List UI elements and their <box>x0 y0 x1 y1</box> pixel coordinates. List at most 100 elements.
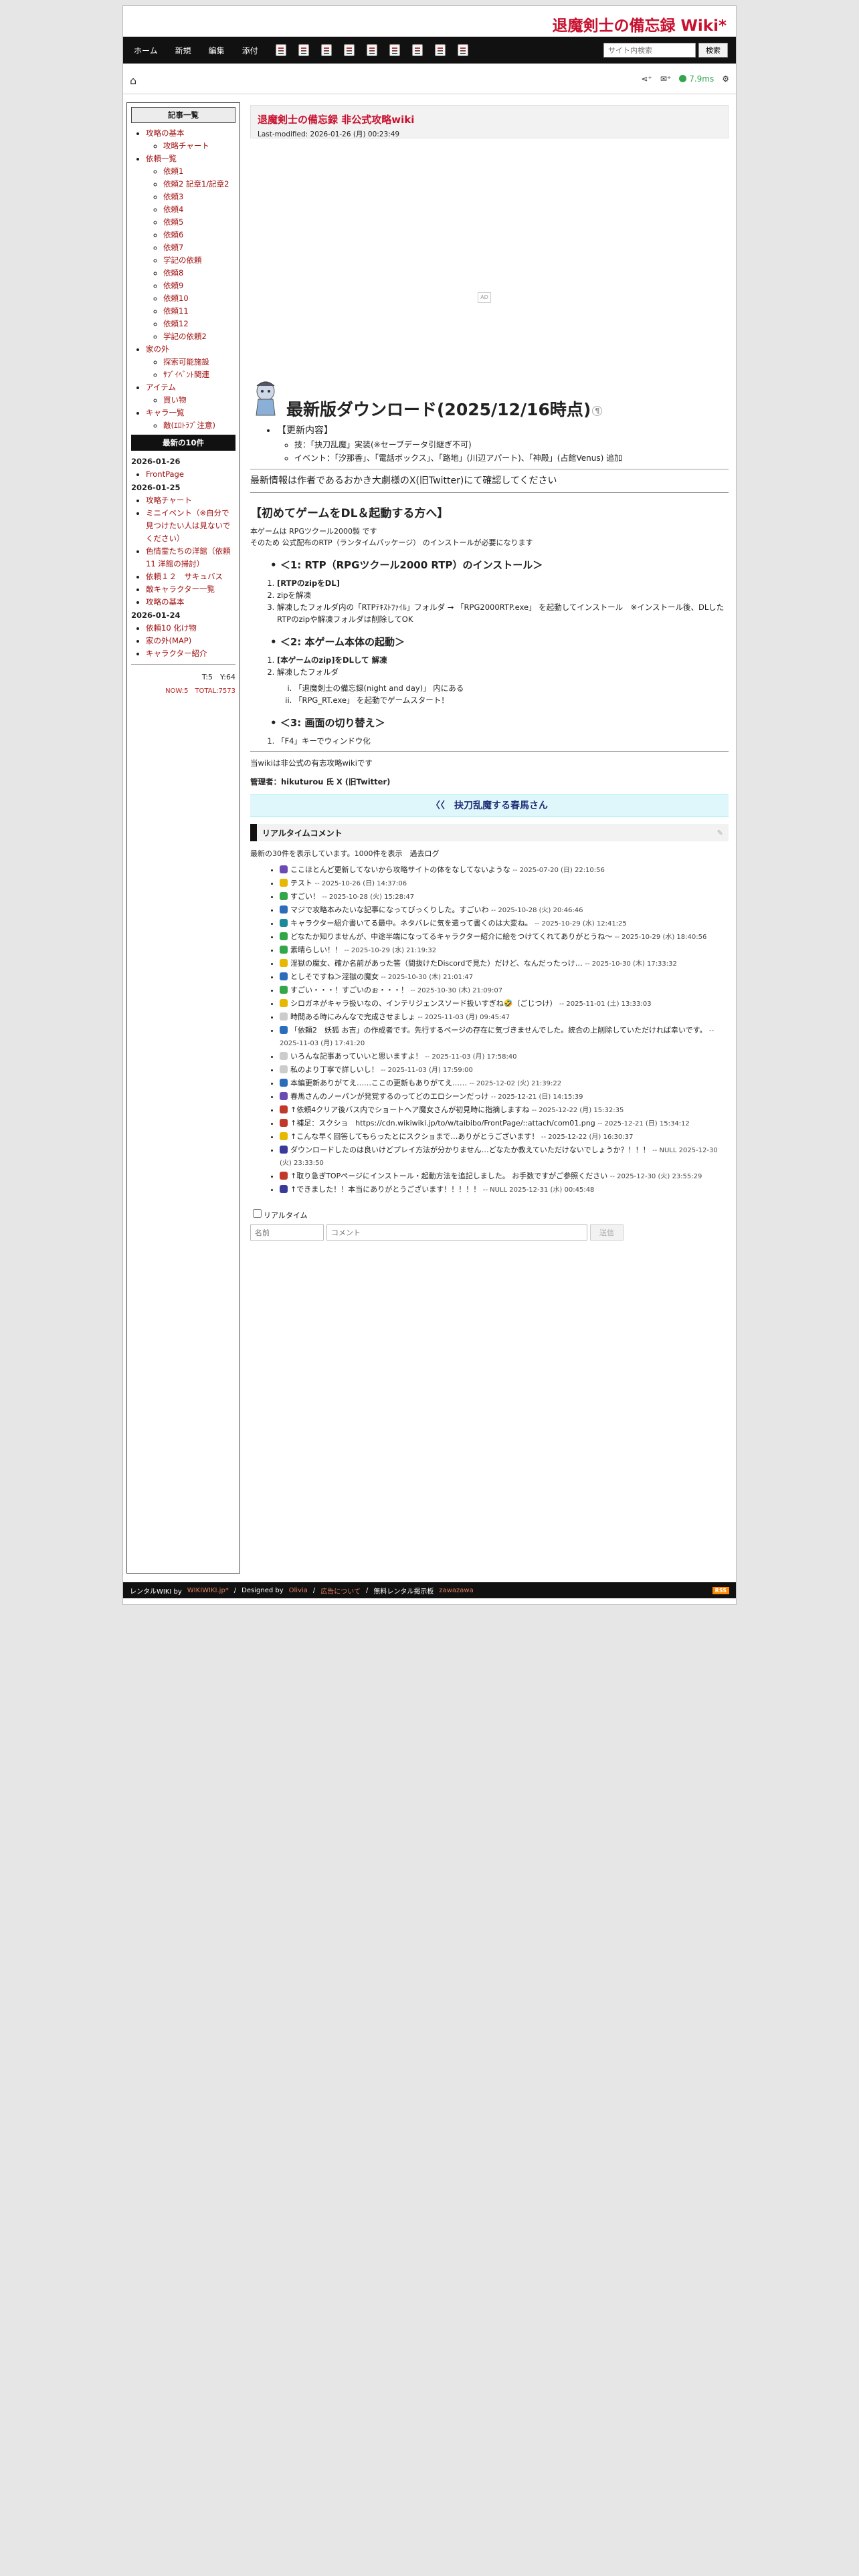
section-rtp: ＜1: RTP（RPGツクール2000 RTP）のインストール＞ <box>270 558 729 572</box>
realtime-toggle[interactable]: リアルタイム <box>250 1209 308 1220</box>
recent-link[interactable]: 依頼10 化け物 <box>146 623 197 633</box>
footer-designer-link[interactable]: Olivia <box>289 1587 308 1594</box>
menu-item[interactable]: 攻略の基本 攻略チャート <box>146 127 235 152</box>
mail-icon[interactable]: ✉⁺ <box>660 74 671 84</box>
rss-icon[interactable]: RSS <box>712 1586 729 1594</box>
menu-link[interactable]: 依頼1 <box>163 167 183 176</box>
step[interactable]: [RTPのzipをDL] <box>277 577 729 589</box>
menu-link[interactable]: 攻略チャート <box>163 141 209 150</box>
recent-link[interactable]: 攻略の基本 <box>146 597 185 607</box>
comment-input[interactable] <box>326 1224 587 1241</box>
realtime-checkbox[interactable] <box>253 1209 262 1218</box>
rss-doc-icon[interactable] <box>457 44 468 56</box>
recent-link[interactable]: ミニイベント（※自分で見つけたい人は見ないでください） <box>146 508 230 543</box>
comment-text: テスト <box>290 879 312 887</box>
comment-item: すごい！ -- 2025-10-28 (火) 15:28:47 <box>280 891 729 903</box>
name-input[interactable] <box>250 1224 324 1241</box>
menu-link[interactable]: 依頼5 <box>163 217 183 227</box>
anchor-icon[interactable]: ¶ <box>592 405 603 416</box>
menu-link[interactable]: 依頼7 <box>163 243 183 252</box>
comment-item: 淫獄の魔女、確か名前があった筈（間抜けたDiscordで見た）だけど、なんだった… <box>280 958 729 970</box>
user-avatar-icon <box>280 986 288 994</box>
menu-link[interactable]: キャラ一覧 <box>146 408 185 417</box>
menu-link[interactable]: アイテム <box>146 383 176 392</box>
menu-link[interactable]: 依頼2 記章1/記章2 <box>163 179 229 189</box>
user-avatar-icon <box>280 946 288 954</box>
menu-link[interactable]: 依頼3 <box>163 192 183 201</box>
comment-text: ↑できました！！本当にありがとうございます！！！！！ <box>290 1185 481 1194</box>
menu-link[interactable]: 依頼4 <box>163 205 183 214</box>
comment-item: 本編更新ありがてえ……ここの更新もありがてえ…… -- 2025-12-02 (… <box>280 1077 729 1090</box>
recent-link[interactable]: 家の外(MAP) <box>146 636 191 645</box>
menu-link[interactable]: 買い物 <box>163 395 187 405</box>
diff-icon[interactable] <box>298 44 309 56</box>
user-avatar-icon <box>280 1132 288 1140</box>
menu-link[interactable]: 敵(ｴﾛﾄﾗﾌﾞ注意) <box>163 421 215 430</box>
menu-link[interactable]: 攻略の基本 <box>146 128 185 138</box>
menu-link[interactable]: ｻﾌﾞｲﾍﾞﾝﾄ関連 <box>163 370 209 379</box>
comment-date: -- 2025-12-02 (火) 21:39:22 <box>469 1080 562 1087</box>
counter-today: T:5 Y:64 <box>201 673 235 681</box>
menu-link[interactable]: 依頼10 <box>163 294 189 303</box>
menu-item[interactable]: アイテム 買い物 <box>146 381 235 407</box>
recent-link[interactable]: 色情霊たちの洋館（依頼11 洋館の掃討） <box>146 546 231 568</box>
notice-prefix[interactable]: 最新情報は作者であるおかき大劇様のX(旧Twitter) <box>250 475 464 486</box>
recent-changes-icon[interactable] <box>366 44 377 56</box>
menu-link[interactable]: 学記の依頼2 <box>163 332 207 341</box>
home-icon[interactable]: ⌂ <box>130 74 136 87</box>
menu-link[interactable]: 探索可能施設 <box>163 357 209 366</box>
nav-home[interactable]: ホーム <box>134 45 158 56</box>
comment-text: 春馬さんのノーパンが発覚するのってどのエロシーンだっけ <box>290 1092 489 1101</box>
comment-text: キャラクター紹介書いてる最中。ネタバレに気を遣って書くのは大変ね。 <box>290 919 533 928</box>
step[interactable]: [本ゲームのzip]をDLして 解凍 <box>277 654 729 666</box>
link-banner[interactable]: 〈〈 抉刀乱魔する春馬さん <box>250 794 729 817</box>
search-input[interactable] <box>603 43 696 58</box>
recent-link[interactable]: 依頼１２ サキュバス <box>146 572 223 581</box>
menu-link[interactable]: 依頼12 <box>163 319 189 328</box>
edit-icon[interactable]: ✎ <box>717 829 723 837</box>
search-button[interactable]: 検索 <box>698 43 728 58</box>
menu-item[interactable]: 家の外 探索可能施設 ｻﾌﾞｲﾍﾞﾝﾄ関連 <box>146 343 235 381</box>
menu-link[interactable]: 依頼9 <box>163 281 183 290</box>
divider <box>250 751 729 752</box>
recent-link[interactable]: FrontPage <box>146 469 184 479</box>
recent-link[interactable]: 攻略チャート <box>146 496 192 505</box>
comment-date: -- 2025-12-21 (日) 14:15:39 <box>490 1093 583 1101</box>
menu-subitem[interactable]: 攻略チャート <box>163 140 235 152</box>
attach-list-icon[interactable] <box>389 44 400 56</box>
menu-link[interactable]: 依頼6 <box>163 230 183 239</box>
menu-link[interactable]: 家の外 <box>146 344 169 354</box>
nav-attach[interactable]: 添付 <box>242 45 258 56</box>
menubar: 記事一覧 攻略の基本 攻略チャート 依頼一覧 依頼1 依頼2 記章1/記章2 依… <box>126 102 240 1574</box>
menu-link[interactable]: 依頼11 <box>163 306 189 316</box>
realtime-info[interactable]: 最新の30件を表示しています。1000件を表示 過去ログ <box>250 848 729 859</box>
menu-item[interactable]: 依頼一覧 依頼1 依頼2 記章1/記章2 依頼3 依頼4 依頼5 依頼6 依頼7… <box>146 152 235 343</box>
counter-total: NOW:5 TOTAL:7573 <box>165 687 235 695</box>
user-avatar-icon <box>280 1092 288 1100</box>
menu-link[interactable]: 学記の依頼 <box>163 255 202 265</box>
admin-line[interactable]: 管理者：hikuturou 氏 X (旧Twitter) <box>250 774 729 789</box>
submit-button[interactable]: 送信 <box>590 1224 624 1241</box>
page-list-icon[interactable] <box>343 44 355 56</box>
gear-icon[interactable]: ⚙ <box>722 74 729 84</box>
game-download-link[interactable]: [本ゲームのzip]をDLして 解凍 <box>277 655 387 665</box>
site-title[interactable]: 退魔剣士の備忘録 Wiki* <box>553 13 727 35</box>
nav-edit[interactable]: 編集 <box>209 45 225 56</box>
rtp-download-link[interactable]: [RTPのzipをDL] <box>277 578 340 588</box>
recent-link[interactable]: キャラクター紹介 <box>146 649 207 658</box>
share-icon[interactable]: ⋖⁺ <box>641 74 652 84</box>
copy-page-icon[interactable] <box>275 44 286 56</box>
page-title[interactable]: 退魔剣士の備忘録 非公式攻略wiki <box>258 112 721 126</box>
history-icon[interactable] <box>411 44 423 56</box>
footer-ad-link[interactable]: 広告について <box>320 1586 361 1596</box>
footer-wikiwiki-link[interactable]: WIKIWIKI.jp* <box>187 1587 229 1594</box>
recent-link[interactable]: 敵キャラクター一覧 <box>146 584 215 594</box>
menu-link[interactable]: 依頼8 <box>163 268 183 278</box>
menu-link[interactable]: 依頼一覧 <box>146 154 177 163</box>
user-avatar-icon <box>280 1052 288 1060</box>
nav-new[interactable]: 新規 <box>175 45 191 56</box>
help-icon[interactable] <box>434 44 446 56</box>
footer-zawazawa-link[interactable]: zawazawa <box>439 1587 473 1594</box>
menu-item[interactable]: キャラ一覧 敵(ｴﾛﾄﾗﾌﾞ注意) <box>146 407 235 432</box>
backup-icon[interactable] <box>320 44 332 56</box>
